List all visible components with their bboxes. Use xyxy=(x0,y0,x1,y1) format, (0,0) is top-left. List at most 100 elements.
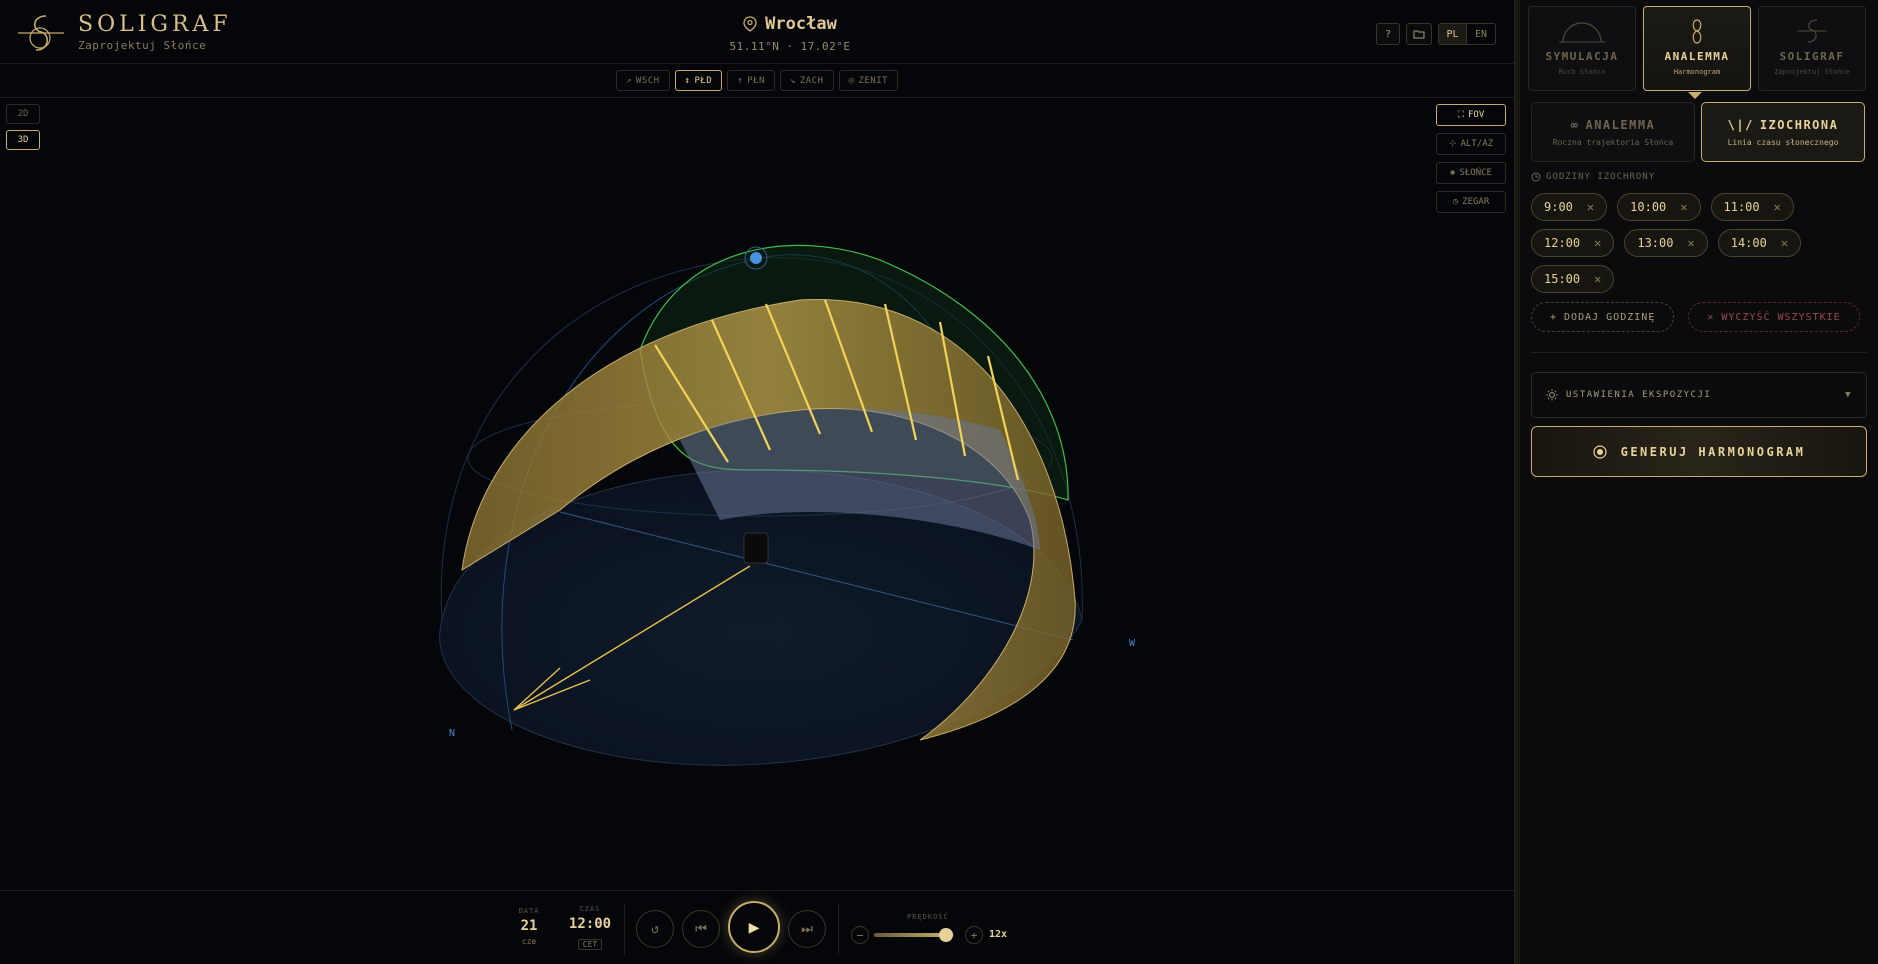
hour-chips: 9:00 ✕ 10:00 ✕ 11:00 ✕ 12:00 ✕ 13:00 ✕ 14:00 ✕… xyxy=(1531,193,1871,293)
tab-simulation[interactable]: SYMULACJA Ruch Słońca xyxy=(1528,6,1636,91)
folder-icon xyxy=(1413,30,1425,39)
clock-toggle-button[interactable]: ◷ ZEGAR xyxy=(1436,191,1506,213)
reset-icon: ↺ xyxy=(651,921,659,937)
tab-title: SOLIGRAF xyxy=(1779,50,1845,63)
sun-icon: ✺ xyxy=(1450,168,1456,178)
compass-w: W xyxy=(1129,638,1136,649)
logo-icon xyxy=(18,15,64,51)
view-3d-button[interactable]: 3D xyxy=(6,130,40,150)
side-panel: SYMULACJA Ruch Słońca ANALEMMA Harmonogr… xyxy=(1520,0,1878,964)
clock-icon: ◷ xyxy=(1452,197,1459,207)
location-name-row: Wrocław xyxy=(690,14,890,34)
tab-subtitle: Harmonogram xyxy=(1673,68,1721,76)
grid-icon: ⊹ xyxy=(1448,139,1457,149)
target-icon: ◎ xyxy=(848,75,855,86)
remove-icon[interactable]: ✕ xyxy=(1774,200,1781,214)
chip-label: 15:00 xyxy=(1544,272,1581,286)
arrow-updown-icon: ↕ xyxy=(684,75,691,86)
altaz-button[interactable]: ⊹ ALT/AZ xyxy=(1436,133,1506,155)
sun-toggle-button[interactable]: ✺ SŁOŃCE xyxy=(1436,162,1506,184)
chip-label: 14:00 xyxy=(1730,236,1767,250)
location-display[interactable]: Wrocław 51.11°N · 17.02°E xyxy=(690,14,890,53)
remove-icon[interactable]: ✕ xyxy=(1587,200,1594,214)
subtab-analemma[interactable]: ∞ ANALEMMA Roczna trajektoria Słońca xyxy=(1531,102,1695,162)
hour-chip[interactable]: 10:00 ✕ xyxy=(1617,193,1701,221)
hour-chip[interactable]: 14:00 ✕ xyxy=(1717,229,1802,257)
speed-plus-button[interactable]: + xyxy=(965,926,983,944)
language-switch: PL EN xyxy=(1438,23,1496,45)
view-mode-toggle: 2D 3D xyxy=(6,104,40,150)
tab-soligraf[interactable]: SOLIGRAF Zaprojektuj Słońce xyxy=(1758,6,1866,91)
hours-section-label: GODZINY IZOCHRONY xyxy=(1531,172,1655,182)
remove-icon[interactable]: ✕ xyxy=(1680,200,1687,214)
sky-dome-3d-view[interactable]: N W xyxy=(0,98,1514,890)
hour-chip[interactable]: 12:00 ✕ xyxy=(1531,229,1615,257)
view-2d-button[interactable]: 2D xyxy=(6,104,40,124)
hour-chip[interactable]: 11:00 ✕ xyxy=(1710,193,1794,221)
hour-chip[interactable]: 13:00 ✕ xyxy=(1624,229,1708,257)
time-value: 12:00 xyxy=(568,916,612,932)
compass-n: N xyxy=(449,728,455,739)
view-tools: ⛶ FOV ⊹ ALT/AZ ✺ SŁOŃCE ◷ ZEGAR xyxy=(1436,104,1506,213)
tool-label: SŁOŃCE xyxy=(1459,168,1492,178)
exposure-settings-toggle[interactable]: USTAWIENIA EKSPOZYCJI ▼ xyxy=(1531,372,1867,418)
time-display[interactable]: CZAS 12:00 CET xyxy=(566,905,614,951)
lang-pl-button[interactable]: PL xyxy=(1439,24,1467,44)
dir-east-button[interactable]: ↗ WSCH xyxy=(615,70,670,91)
remove-icon[interactable]: ✕ xyxy=(1594,236,1601,250)
remove-icon[interactable]: ✕ xyxy=(1781,236,1788,250)
dir-label: ZACH xyxy=(799,75,824,86)
header-buttons: ? PL EN xyxy=(1376,23,1496,45)
sun-icon xyxy=(1546,389,1558,401)
play-button[interactable]: ▶ xyxy=(728,901,780,953)
hour-chip[interactable]: 15:00 ✕ xyxy=(1531,265,1615,293)
dir-label: PŁN xyxy=(747,75,765,86)
speed-slider-knob[interactable] xyxy=(939,928,953,942)
chip-label: 13:00 xyxy=(1637,236,1674,250)
lang-en-button[interactable]: EN xyxy=(1467,24,1495,44)
remove-icon[interactable]: ✕ xyxy=(1594,272,1601,286)
subtab-isochrone[interactable]: \|/ IZOCHRONA Linia czasu słonecznego xyxy=(1701,102,1865,162)
sun-marker[interactable] xyxy=(750,252,762,264)
arrow-se-icon: ↘ xyxy=(789,75,796,86)
mode-tabs: SYMULACJA Ruch Słońca ANALEMMA Harmonogr… xyxy=(1528,6,1866,91)
generate-schedule-button[interactable]: GENERUJ HARMONOGRAM xyxy=(1531,426,1867,477)
help-button[interactable]: ? xyxy=(1376,23,1400,45)
speed-caption: PRĘDKOŚĆ xyxy=(907,913,949,921)
remove-icon[interactable]: ✕ xyxy=(1687,236,1694,250)
prev-button[interactable]: ⏮ xyxy=(682,910,720,948)
next-button[interactable]: ⏭ xyxy=(788,910,826,948)
folder-button[interactable] xyxy=(1406,23,1432,45)
exposure-label: USTAWIENIA EKSPOZYCJI xyxy=(1566,390,1712,400)
expand-icon: ⛶ xyxy=(1457,110,1465,120)
tab-analemma[interactable]: ANALEMMA Harmonogram xyxy=(1643,6,1751,91)
clear-all-button[interactable]: ✕ WYCZYŚĆ WSZYSTKIE xyxy=(1688,302,1860,332)
separator xyxy=(624,903,625,955)
brand-title: SOLIGRAF xyxy=(78,12,232,37)
chip-label: 12:00 xyxy=(1544,236,1581,250)
main-view: SOLIGRAF Zaprojektuj Słońce Wrocław 51.1… xyxy=(0,0,1514,964)
dir-south-button[interactable]: ↕ PŁD xyxy=(674,70,723,91)
tab-title: ANALEMMA xyxy=(1664,50,1730,63)
dir-zenith-button[interactable]: ◎ ZENIT xyxy=(838,70,899,91)
dir-label: ZENIT xyxy=(858,75,889,86)
hour-chip[interactable]: 9:00 ✕ xyxy=(1531,193,1608,221)
skip-forward-icon: ⏭ xyxy=(801,921,813,937)
dir-label: WSCH xyxy=(635,75,660,86)
location-pin-icon xyxy=(743,16,757,32)
playback-bar: DATA 21 cze CZAS 12:00 CET ↺ ⏮ ▶ ⏭ PRĘDK… xyxy=(0,890,1514,964)
speed-minus-button[interactable]: − xyxy=(851,926,869,944)
subtab-title: ANALEMMA xyxy=(1585,117,1656,132)
figure-eight-icon xyxy=(1692,19,1702,44)
date-display[interactable]: DATA 21 cze xyxy=(514,907,544,946)
fov-button[interactable]: ⛶ FOV xyxy=(1436,104,1506,126)
top-header: SOLIGRAF Zaprojektuj Słońce Wrocław 51.1… xyxy=(0,0,1514,64)
add-hour-button[interactable]: + DODAJ GODZINĘ xyxy=(1531,302,1675,332)
date-value: 21 xyxy=(520,918,538,934)
dir-west-button[interactable]: ↘ ZACH xyxy=(779,70,834,91)
tool-label: FOV xyxy=(1468,110,1485,120)
reset-button[interactable]: ↺ xyxy=(636,910,674,948)
record-icon xyxy=(1593,444,1607,459)
dir-north-button[interactable]: ↑ PŁN xyxy=(727,70,775,91)
date-month: cze xyxy=(521,937,537,946)
